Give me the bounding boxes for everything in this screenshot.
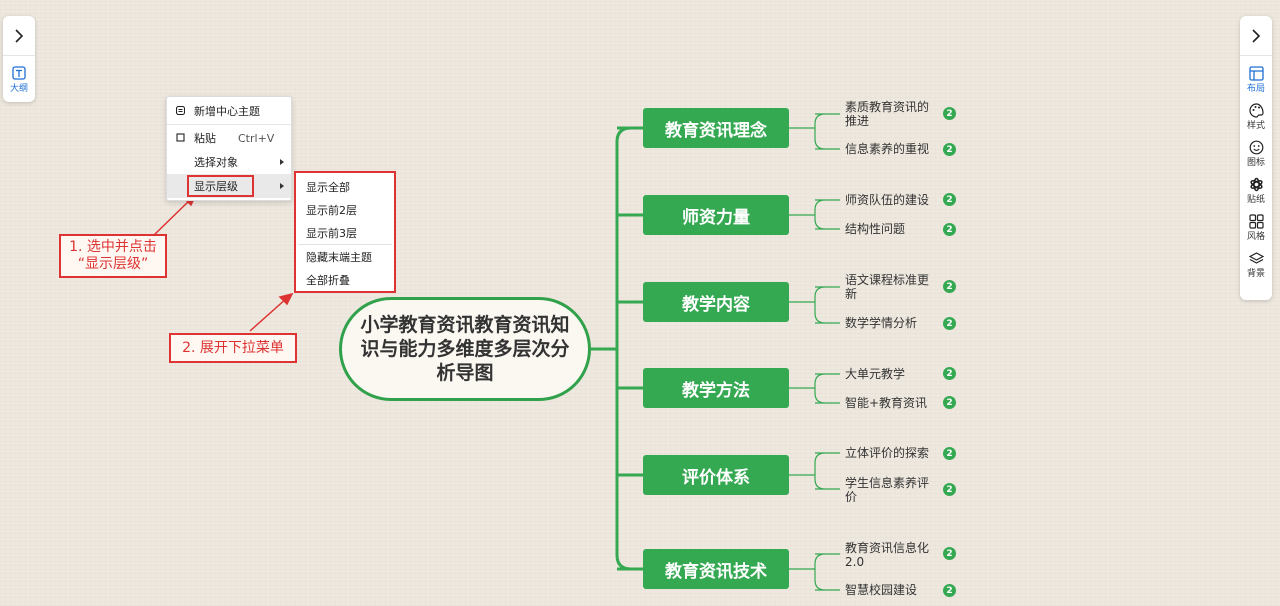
mindmap-connectors: [153, 113, 840, 591]
right-panel: 布局 样式 图标 贴纸 风格 背景: [1240, 16, 1272, 300]
subtopic[interactable]: 结构性问题: [845, 222, 940, 236]
count-badge[interactable]: 2: [943, 584, 956, 597]
branch-topic-2[interactable]: 师资力量: [643, 195, 789, 235]
chevron-right-icon: [15, 28, 24, 43]
subtopic[interactable]: 立体评价的探索: [845, 446, 940, 460]
subtopic[interactable]: 师资队伍的建设: [845, 193, 940, 207]
background-tool[interactable]: 背景: [1240, 242, 1272, 279]
expand-right-panel-button[interactable]: [1240, 16, 1272, 56]
submenu-arrow-icon: [280, 183, 284, 189]
submenu-item-collapse-all[interactable]: 全部折叠: [296, 268, 394, 291]
annotation-step-1-line-1: 1. 选中并点击: [69, 239, 157, 255]
annotation-step-2: 2. 展开下拉菜单: [169, 333, 297, 363]
outline-label: 大纲: [9, 84, 28, 94]
context-menu: 新增中心主题 粘贴 Ctrl+V 选择对象 显示层级: [166, 96, 292, 201]
layout-tool[interactable]: 布局: [1240, 56, 1272, 94]
submenu-item-show-top-2[interactable]: 显示前2层: [296, 198, 394, 221]
subtopic[interactable]: 大单元教学: [845, 367, 940, 381]
submenu-arrow-icon: [280, 159, 284, 165]
style-label: 样式: [1246, 121, 1265, 131]
count-badge[interactable]: 2: [943, 447, 956, 460]
outline-icon: [11, 65, 27, 81]
count-badge[interactable]: 2: [943, 143, 956, 156]
outline-button[interactable]: 大纲: [3, 56, 35, 94]
menu-item-label: 新增中心主题: [194, 105, 260, 118]
subtopic[interactable]: 素质教育资讯的推进: [845, 100, 940, 128]
menu-divider: [167, 124, 291, 125]
grid-style-icon: [1248, 213, 1264, 229]
subtopic[interactable]: 学生信息素养评价: [845, 476, 940, 504]
sticker-label: 贴纸: [1246, 195, 1265, 205]
theme-label: 风格: [1246, 232, 1265, 242]
menu-item-label: 粘贴: [194, 132, 216, 145]
count-badge[interactable]: 2: [943, 317, 956, 330]
count-badge[interactable]: 2: [943, 367, 956, 380]
count-badge[interactable]: 2: [943, 280, 956, 293]
count-badge[interactable]: 2: [943, 547, 956, 560]
branch-topic-4[interactable]: 教学方法: [643, 368, 789, 408]
count-badge[interactable]: 2: [943, 107, 956, 120]
sticker-tool[interactable]: 贴纸: [1240, 168, 1272, 205]
branch-topic-1[interactable]: 教育资讯理念: [643, 108, 789, 148]
smiley-icon: [1248, 139, 1264, 155]
submenu-item-hide-leaf-topics[interactable]: 隐藏末端主题: [296, 245, 394, 268]
menu-item-paste[interactable]: 粘贴 Ctrl+V: [167, 126, 291, 150]
icon-label: 图标: [1246, 158, 1265, 168]
submenu-item-show-top-3[interactable]: 显示前3层: [296, 221, 394, 244]
count-badge[interactable]: 2: [943, 193, 956, 206]
paste-icon: [176, 133, 185, 142]
icon-tool[interactable]: 图标: [1240, 131, 1272, 168]
paste-shortcut: Ctrl+V: [238, 131, 275, 145]
expand-left-panel-button[interactable]: [3, 16, 35, 56]
branch-topic-6[interactable]: 教育资讯技术: [643, 549, 789, 589]
new-topic-icon: [176, 106, 185, 115]
menu-item-select-objects[interactable]: 选择对象: [167, 150, 291, 174]
palette-icon: [1248, 102, 1264, 118]
style-tool[interactable]: 样式: [1240, 94, 1272, 131]
branch-topic-5[interactable]: 评价体系: [643, 455, 789, 495]
subtopic[interactable]: 信息素养的重视: [845, 142, 940, 156]
show-levels-submenu: 显示全部 显示前2层 显示前3层 隐藏末端主题 全部折叠: [294, 171, 396, 293]
subtopic[interactable]: 数学学情分析: [845, 316, 940, 330]
layout-icon: [1248, 65, 1264, 81]
left-panel: 大纲: [3, 16, 35, 102]
highlight-box: [187, 175, 254, 197]
count-badge[interactable]: 2: [943, 483, 956, 496]
subtopic[interactable]: 语文课程标准更新: [845, 273, 940, 301]
layers-icon: [1248, 250, 1264, 266]
submenu-item-show-all[interactable]: 显示全部: [296, 175, 394, 198]
background-label: 背景: [1246, 269, 1265, 279]
menu-item-label: 选择对象: [194, 156, 238, 169]
annotation-step-1: 1. 选中并点击 “显示层级”: [59, 234, 167, 278]
theme-tool[interactable]: 风格: [1240, 205, 1272, 242]
branch-topic-3[interactable]: 教学内容: [643, 282, 789, 322]
menu-item-show-levels[interactable]: 显示层级: [167, 174, 291, 198]
menu-item-new-central-topic[interactable]: 新增中心主题: [167, 99, 291, 123]
count-badge[interactable]: 2: [943, 396, 956, 409]
layout-label: 布局: [1246, 84, 1265, 94]
subtopic[interactable]: 智能+教育资讯: [845, 396, 940, 410]
sticker-icon: [1248, 176, 1264, 192]
subtopic[interactable]: 教育资讯信息化2.0: [845, 541, 940, 569]
central-topic[interactable]: 小学教育资讯教育资讯知识与能力多维度多层次分析导图: [339, 297, 591, 401]
annotation-step-1-line-2: “显示层级”: [77, 256, 149, 272]
chevron-right-icon: [1252, 28, 1261, 43]
subtopic[interactable]: 智慧校园建设: [845, 583, 940, 597]
count-badge[interactable]: 2: [943, 223, 956, 236]
